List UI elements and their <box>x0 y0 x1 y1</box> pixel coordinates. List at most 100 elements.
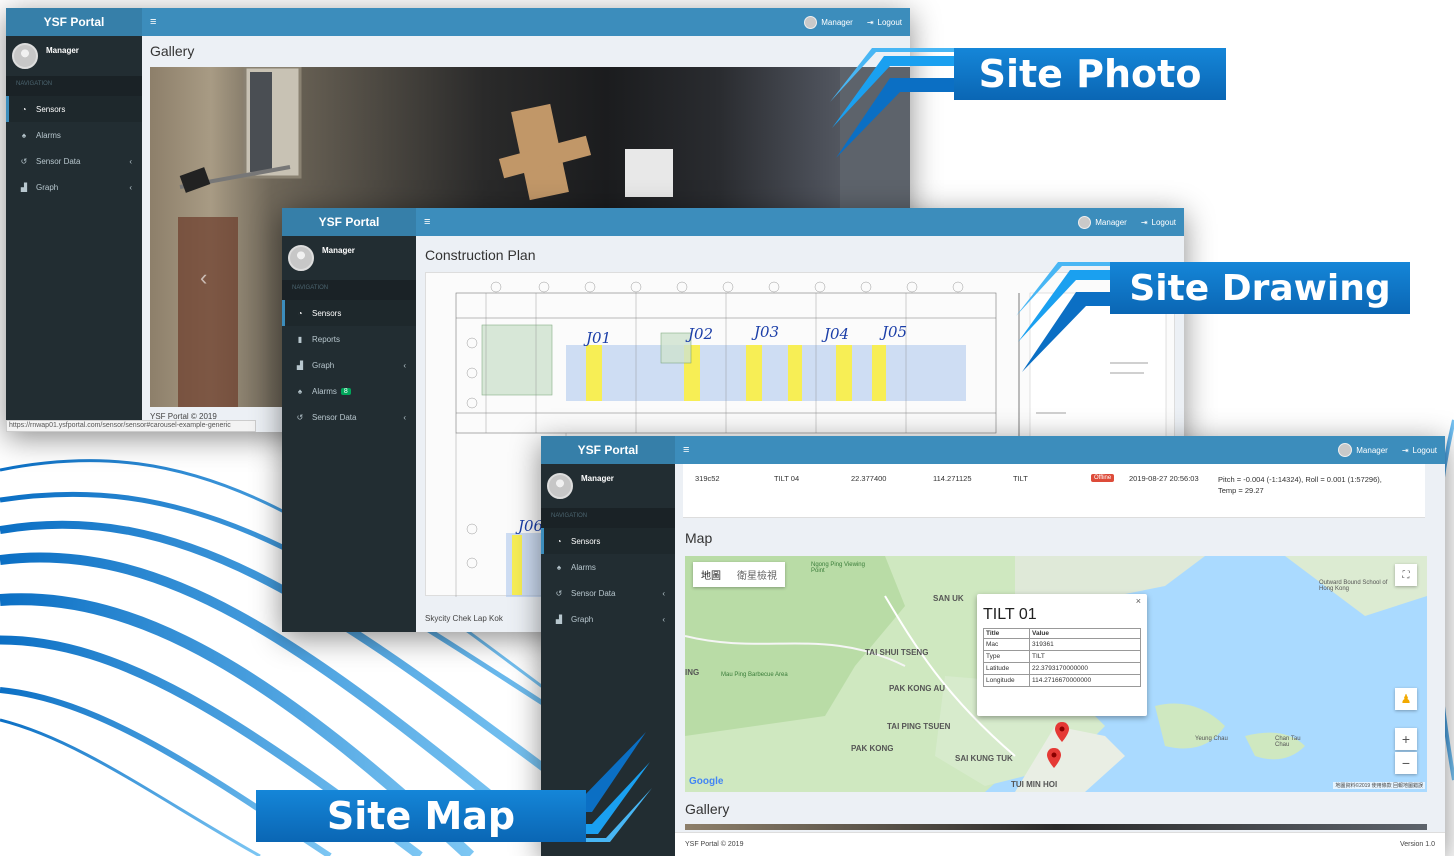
chevron-left-icon: ‹ <box>403 360 406 370</box>
avatar <box>1338 443 1353 457</box>
user-name: Manager <box>581 474 614 483</box>
top-navbar: YSF Portal ≡ Manager ⇥ Logout <box>541 436 1445 464</box>
place-label: TAI SHUI TSENG <box>865 648 929 657</box>
tab-satellite[interactable]: 衛星檢視 <box>729 562 785 587</box>
logout-button[interactable]: ⇥ Logout <box>1402 446 1437 455</box>
dashboard-icon: ◔ <box>297 308 303 318</box>
callout-site-drawing: Site Drawing <box>1016 262 1410 374</box>
popup-cell: TILT <box>1029 650 1141 663</box>
zoom-out-icon[interactable]: − <box>1395 752 1417 774</box>
callout-site-photo: Site Photo <box>830 48 1226 160</box>
sensor-table: 319c52 TILT 04 22.377400 114.271125 TILT… <box>683 464 1425 518</box>
sidebar-item-alarms[interactable]: ♠ Alarms 8 <box>282 378 416 404</box>
bell-icon: ♠ <box>21 130 27 140</box>
sidebar-item-sensor-data[interactable]: ↺ Sensor Data ‹ <box>282 404 416 430</box>
sidebar-item-alarms[interactable]: ♠ Alarms <box>6 122 142 148</box>
table-row: Longitude 114.2716670000000 <box>983 674 1141 687</box>
hamburger-icon[interactable]: ≡ <box>683 436 689 464</box>
cell-time: 2019-08-27 20:56:03 <box>1129 474 1199 483</box>
sidebar-item-sensors[interactable]: ◔ Sensors <box>6 96 142 122</box>
zoom-in-icon[interactable]: + <box>1395 728 1417 750</box>
bell-icon: ♠ <box>297 386 303 396</box>
place-label: Mau Ping Barbecue Area <box>721 672 788 678</box>
footer-bar: YSF Portal © 2019 Version 1.0 <box>675 832 1445 856</box>
sidebar: Manager NAVIGATION ◔ Sensors ▮ Reports ▟ Gr… <box>282 236 416 632</box>
cell-type: TILT <box>1013 474 1028 483</box>
hamburger-icon[interactable]: ≡ <box>150 8 156 36</box>
place-label: SAN UK <box>933 594 964 603</box>
sidebar-item-graph[interactable]: ▟ Graph ‹ <box>541 606 675 632</box>
bell-icon: ♠ <box>556 562 562 572</box>
carousel-prev-icon[interactable]: ‹ <box>200 265 207 291</box>
avatar <box>804 15 818 29</box>
dashboard-icon: ◔ <box>21 104 27 114</box>
sidebar-item-sensor-data[interactable]: ↺ Sensor Data ‹ <box>6 148 142 174</box>
avatar <box>288 245 314 271</box>
place-label: ING <box>685 668 700 677</box>
map-marker-icon[interactable] <box>1055 722 1069 742</box>
user-menu[interactable]: Manager <box>1338 443 1388 457</box>
top-navbar: YSF Portal ≡ Manager ⇥ Logout <box>282 208 1184 236</box>
logout-icon: ⇥ <box>1401 445 1409 455</box>
sidebar-item-label: Sensors <box>36 104 66 114</box>
logout-button[interactable]: ⇥ Logout <box>1141 218 1176 227</box>
status-badge: Offline <box>1091 474 1115 482</box>
table-row: Latitude 22.3793170000000 <box>983 662 1141 675</box>
gallery-title: Gallery <box>685 801 730 817</box>
brand-logo[interactable]: YSF Portal <box>541 436 675 464</box>
place-label: TAI PING TSUEN <box>887 722 951 731</box>
brand-logo[interactable]: YSF Portal <box>282 208 416 236</box>
logout-icon: ⇥ <box>1140 217 1148 227</box>
callout-label: Site Map <box>256 790 586 842</box>
logout-button[interactable]: ⇥ Logout <box>867 18 902 27</box>
avatar <box>12 43 38 69</box>
brand-logo[interactable]: YSF Portal <box>6 8 142 36</box>
sidebar-item-label: Sensors <box>312 308 342 318</box>
sidebar-item-sensor-data[interactable]: ↺ Sensor Data ‹ <box>541 580 675 606</box>
user-name: Manager <box>1356 445 1388 455</box>
history-icon: ↺ <box>555 588 563 598</box>
logout-label: Logout <box>877 17 902 27</box>
hamburger-icon[interactable]: ≡ <box>424 208 430 236</box>
sidebar-item-reports[interactable]: ▮ Reports <box>282 326 416 352</box>
fullscreen-icon[interactable]: ⛶ <box>1395 564 1417 586</box>
user-menu[interactable]: Manager <box>1078 215 1127 229</box>
plan-label: J06 <box>515 517 544 535</box>
sidebar-item-sensors[interactable]: ◔ Sensors <box>541 528 675 554</box>
status-url: https://rnwap01.ysfportal.com/sensor/sen… <box>6 420 256 432</box>
sidebar-item-graph[interactable]: ▟ Graph ‹ <box>6 174 142 200</box>
page-title: Gallery <box>150 43 195 59</box>
sidebar-item-label: Alarms <box>312 386 337 396</box>
sidebar-item-label: Sensors <box>571 536 601 546</box>
callout-label: Site Photo <box>954 48 1226 100</box>
chevron-left-icon: ‹ <box>129 182 132 192</box>
sidebar-item-sensors[interactable]: ◔ Sensors <box>282 300 416 326</box>
place-label: TUI MIN HOI <box>1011 780 1058 789</box>
history-icon: ↺ <box>20 156 28 166</box>
plan-label: J01 <box>583 329 611 347</box>
file-icon: ▮ <box>297 334 303 344</box>
cell-longitude: 114.271125 <box>933 474 972 483</box>
popup-cell: 22.3793170000000 <box>1029 662 1141 675</box>
cell-title: TILT 04 <box>774 474 800 483</box>
plan-label: J03 <box>751 323 779 341</box>
popup-title: TILT 01 <box>983 606 1037 623</box>
avatar <box>547 473 573 499</box>
tab-map[interactable]: 地圖 <box>693 562 729 587</box>
table-row[interactable]: 319c52 TILT 04 22.377400 114.271125 TILT… <box>683 464 1425 518</box>
sidebar-item-label: Graph <box>312 360 335 370</box>
popup-cell: Mac <box>983 638 1030 651</box>
user-panel: Manager <box>282 236 416 280</box>
sidebar-item-label: Alarms <box>36 130 61 140</box>
dashboard-icon: ◔ <box>556 536 562 546</box>
cell-reading: Pitch = -0.004 (-1:14324), Roll = 0.001 … <box>1218 475 1382 495</box>
sidebar-item-alarms[interactable]: ♠ Alarms <box>541 554 675 580</box>
user-menu[interactable]: Manager <box>804 15 853 29</box>
map-view[interactable]: 地圖 衛星檢視 SAN UK TAI SHUI TSENG PAK KONG A… <box>685 556 1427 792</box>
sidebar-item-label: Sensor Data <box>571 588 616 598</box>
sidebar-item-graph[interactable]: ▟ Graph ‹ <box>282 352 416 378</box>
top-navbar: YSF Portal ≡ Manager ⇥ Logout <box>6 8 910 36</box>
popup-close-icon[interactable]: × <box>1136 596 1141 606</box>
pegman-icon[interactable]: ♟ <box>1395 688 1417 710</box>
map-marker-icon[interactable] <box>1047 748 1061 768</box>
